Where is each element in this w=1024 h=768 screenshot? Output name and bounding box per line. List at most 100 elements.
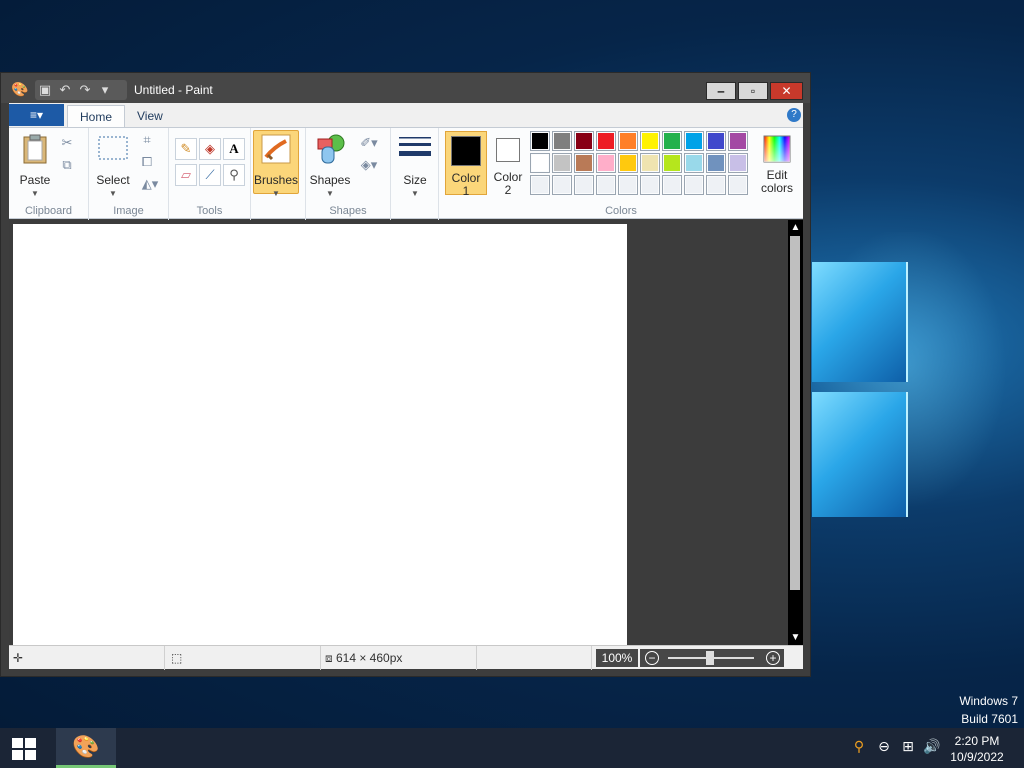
palette-swatch[interactable] [552,153,572,173]
clock-date: 10/9/2022 [950,750,1004,764]
scroll-up-icon[interactable]: ▲ [788,220,803,235]
color2-button[interactable]: Color 2 [487,131,529,197]
palette-empty-slot[interactable] [728,175,748,195]
palette-swatch[interactable] [618,131,638,151]
palette-swatch[interactable] [662,153,682,173]
paste-label: Paste [19,173,51,187]
zoom-thumb[interactable] [706,651,714,665]
magnifier-icon[interactable]: ⚲ [223,164,245,186]
edit-colors-button[interactable]: Edit colors [755,131,799,195]
watermark-version: Windows 7 [959,694,1018,708]
eraser-icon[interactable]: ▱ [175,164,197,186]
system-clock[interactable]: 2:20 PM 10/9/2022 [944,733,1010,765]
palette-empty-slot[interactable] [684,175,704,195]
shape-fill-icon[interactable]: ◈▾ [356,155,382,175]
palette-swatch[interactable] [596,153,616,173]
palette-swatch[interactable] [728,131,748,151]
save-icon[interactable]: ▣ [35,82,55,98]
start-button[interactable] [12,738,36,760]
file-size [477,646,592,670]
palette-swatch[interactable] [684,153,704,173]
tools-box: ✎ ◈ A ▱ ⟋ ⚲ [175,138,245,192]
drawing-canvas[interactable] [13,224,627,645]
palette-empty-slot[interactable] [596,175,616,195]
zoom-out-icon[interactable]: − [645,651,659,665]
brushes-button[interactable]: Brushes ▼ [253,130,299,198]
clock-time: 2:20 PM [954,734,1000,748]
notification-icon[interactable]: ⊖ [874,738,894,755]
palette-empty-slot[interactable] [662,175,682,195]
palette-swatch[interactable] [618,153,638,173]
ribbon-tabs: ≡▾ Home View ? [9,103,803,127]
rotate-icon[interactable]: ◭▾ [137,174,163,194]
search-icon[interactable]: ⚲ [849,738,869,755]
file-menu-button[interactable]: ≡▾ [9,104,64,126]
palette-swatch[interactable] [596,131,616,151]
scroll-down-icon[interactable]: ▼ [788,630,803,645]
crop-icon[interactable]: ⌗ [137,130,157,150]
volume-icon[interactable]: 🔊 [922,738,942,755]
chevron-down-icon: ▼ [109,189,117,198]
paste-button[interactable]: Paste ▼ [13,133,57,200]
tab-home[interactable]: Home [67,105,126,127]
outline-icon[interactable]: ✐▾ [356,133,382,153]
resize-icon[interactable]: ⧠ [137,152,157,172]
zoom-level: 100% [596,649,638,667]
paint-app-icon[interactable]: 🎨 [11,82,28,96]
shapes-group-label: Shapes [329,205,367,217]
palette-swatch[interactable] [706,153,726,173]
palette-swatch[interactable] [684,131,704,151]
network-icon[interactable]: ⊞ [898,738,918,755]
undo-icon[interactable]: ↶ [55,82,75,98]
scroll-thumb[interactable] [790,236,800,590]
zoom-slider[interactable]: − + [640,649,784,667]
palette-empty-slot[interactable] [706,175,726,195]
vertical-scrollbar[interactable]: ▲ ▼ [788,220,803,645]
palette-empty-slot[interactable] [552,175,572,195]
palette-swatch[interactable] [640,131,660,151]
title-bar[interactable]: 🎨 ▣ ↶ ↷ ▾ Untitled - Paint ‒ ▫ ✕ [1,73,810,103]
quick-access-toolbar: ▣ ↶ ↷ ▾ [35,80,127,100]
taskbar-paint-app[interactable]: 🎨 [56,728,116,768]
palette-swatch[interactable] [662,131,682,151]
minimize-button[interactable]: ‒ [706,82,736,100]
customize-icon[interactable]: ▾ [95,82,115,98]
palette-swatch[interactable] [574,131,594,151]
palette-swatch[interactable] [640,153,660,173]
copy-icon[interactable]: ⧉ [57,155,77,175]
shapes-button[interactable]: Shapes ▼ [308,133,352,200]
chevron-down-icon: ▼ [272,189,280,198]
maximize-button[interactable]: ▫ [738,82,768,100]
redo-icon[interactable]: ↷ [75,82,95,98]
close-button[interactable]: ✕ [770,82,803,100]
palette-empty-slot[interactable] [618,175,638,195]
palette-swatch[interactable] [530,153,550,173]
tab-view[interactable]: View [125,105,175,127]
color-picker-icon[interactable]: ⟋ [199,164,221,186]
taskbar: 🎨 ⚲ ⊖ ⊞ 🔊 2:20 PM 10/9/2022 [0,728,1024,768]
color2-swatch [496,138,520,162]
zoom-in-icon[interactable]: + [766,651,780,665]
palette-swatch[interactable] [552,131,572,151]
palette-swatch[interactable] [728,153,748,173]
text-icon[interactable]: A [223,138,245,160]
select-button[interactable]: Select ▼ [91,133,135,200]
canvas-size: ⧈ 614 × 460px [321,646,477,670]
palette-empty-slot[interactable] [640,175,660,195]
size-group: Size ▼ [391,128,439,220]
palette-empty-slot[interactable] [574,175,594,195]
palette-swatch[interactable] [530,131,550,151]
color-spectrum-icon [763,135,791,163]
cut-icon[interactable]: ✂ [57,133,77,153]
color1-button[interactable]: Color 1 [445,131,487,198]
palette-swatch[interactable] [574,153,594,173]
palette-swatch[interactable] [706,131,726,151]
fill-icon[interactable]: ◈ [199,138,221,160]
size-button[interactable]: Size ▼ [393,133,437,200]
status-bar: ✛ ⬚ ⧈ 614 × 460px 100% − + [9,645,803,670]
os-watermark: Windows 7 Build 7601 [959,692,1018,728]
pencil-icon[interactable]: ✎ [175,138,197,160]
colors-group: Color 1 Color 2 Edit colors Colors [439,128,803,220]
help-icon[interactable]: ? [787,108,801,122]
palette-empty-slot[interactable] [530,175,550,195]
